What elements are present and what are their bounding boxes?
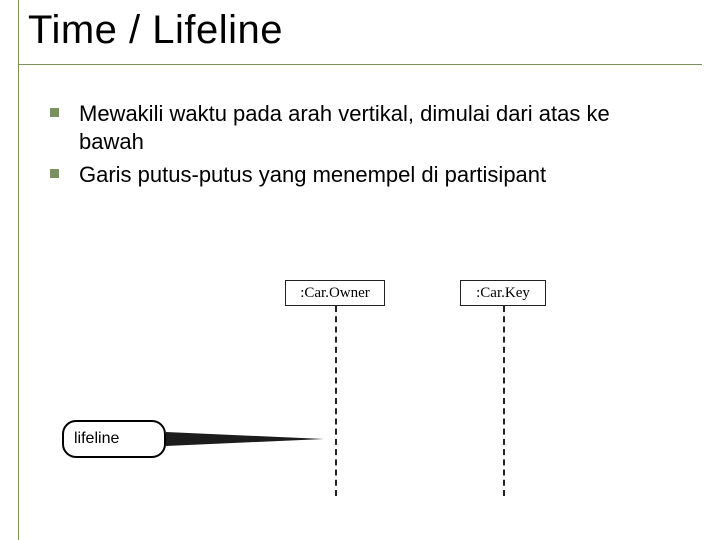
slide: Time / Lifeline Mewakili waktu pada arah…: [0, 0, 720, 540]
participant-box: :Car.Owner: [285, 280, 385, 306]
bullet-list: Mewakili waktu pada arah vertikal, dimul…: [50, 100, 670, 195]
bullet-text: Mewakili waktu pada arah vertikal, dimul…: [79, 100, 670, 155]
title-underline: [18, 64, 702, 65]
list-item: Mewakili waktu pada arah vertikal, dimul…: [50, 100, 670, 155]
participant-box: :Car.Key: [460, 280, 546, 306]
list-item: Garis putus-putus yang menempel di parti…: [50, 161, 670, 189]
bullet-icon: [50, 169, 59, 178]
sequence-diagram: :Car.Owner :Car.Key: [0, 280, 720, 520]
slide-title: Time / Lifeline: [28, 8, 283, 53]
lifeline-callout-label: lifeline: [62, 420, 166, 458]
lifeline-dashed-line: [335, 306, 337, 496]
lifeline-dashed-line: [503, 306, 505, 496]
bullet-text: Garis putus-putus yang menempel di parti…: [79, 161, 546, 189]
bullet-icon: [50, 108, 59, 117]
